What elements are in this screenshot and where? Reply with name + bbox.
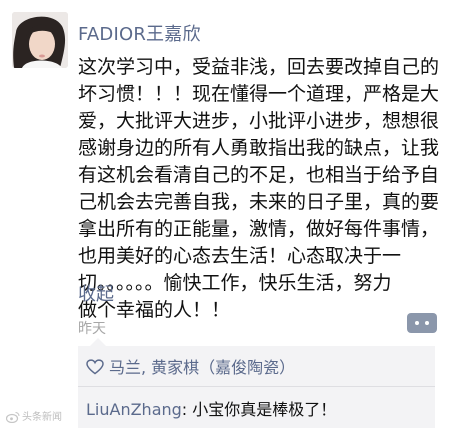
- heart-outline-icon: [86, 359, 104, 375]
- post-text-line: 感谢身边的所有人勇敢指出我的缺点，让我: [78, 137, 440, 159]
- post-text-line: 切。。。。。。愉快工作，快乐生活，努力: [78, 272, 392, 294]
- comment-author[interactable]: LiuAnZhang: [86, 400, 182, 419]
- comment-text: 小宝你真是棒极了！: [192, 400, 337, 419]
- post-text-line: 己机会去完善自我，未来的日子里，真的要: [78, 191, 440, 213]
- weibo-logo-icon: [5, 412, 20, 424]
- avatar-image: [12, 12, 68, 68]
- interaction-panel-caret: [90, 338, 106, 346]
- comment-item[interactable]: LiuAnZhang: 小宝你真是棒极了！: [86, 396, 336, 420]
- liked-by-names[interactable]: 马兰, 黄家棋（嘉俊陶瓷）: [109, 358, 295, 377]
- post-author[interactable]: FADIOR王嘉欣: [78, 20, 201, 46]
- post-text-line: 爱，大批评大进步，小批评小进步，想想很: [78, 110, 440, 132]
- likes-row: 马兰, 黄家棋（嘉俊陶瓷）: [86, 354, 295, 378]
- post-timestamp: 昨天: [78, 321, 106, 337]
- post-text-line: 也用美好的心态去生活！心态取决于一: [78, 245, 402, 267]
- more-dots-icon: [415, 321, 419, 325]
- collapse-link[interactable]: 收起: [78, 280, 114, 306]
- post-text-line: 有这机会看清自己的不足，也相当于给予自: [78, 164, 440, 186]
- post-text-line: 这次学习中，受益非浅，回去要改掉自己的: [78, 56, 440, 78]
- watermark-text: 头条新闻: [22, 412, 62, 423]
- more-button[interactable]: [407, 313, 437, 333]
- post-text-line: 坏习惯！！！现在懂得一个道理，严格是大: [78, 83, 440, 105]
- post-text-line: 做个幸福的人！！: [78, 299, 231, 321]
- post-text: 这次学习中，受益非浅，回去要改掉自己的 坏习惯！！！现在懂得一个道理，严格是大 …: [78, 54, 444, 324]
- comment-separator: :: [181, 400, 193, 419]
- watermark: 头条新闻: [5, 408, 62, 424]
- divider: [78, 386, 435, 387]
- avatar[interactable]: [12, 12, 68, 68]
- interaction-panel: 马兰, 黄家棋（嘉俊陶瓷） LiuAnZhang: 小宝你真是棒极了！: [78, 346, 435, 428]
- post-text-line: 拿出所有的正能量，激情，做好每件事情，: [78, 218, 440, 240]
- more-dots-icon: [425, 321, 429, 325]
